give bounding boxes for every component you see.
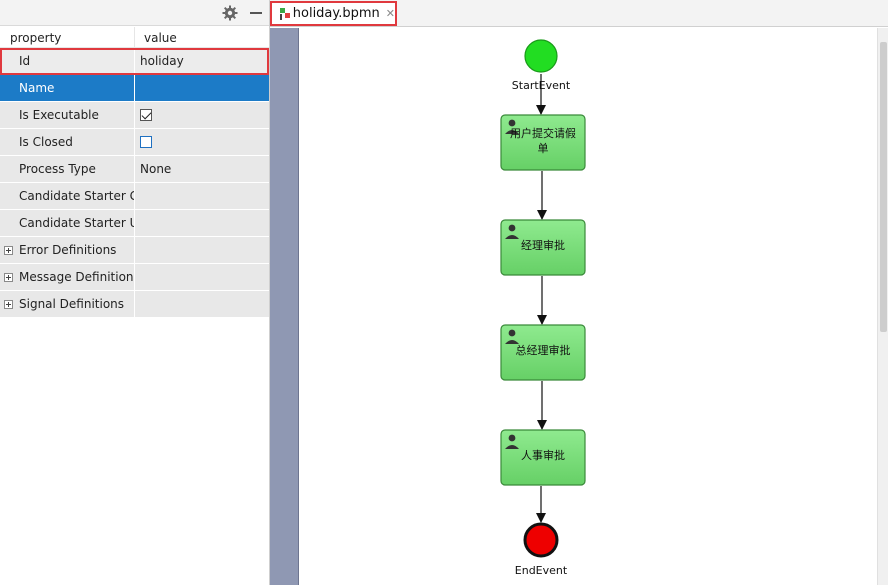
error-definitions-value	[135, 237, 269, 263]
expand-icon[interactable]	[4, 273, 13, 282]
close-icon[interactable]: ✕	[386, 7, 395, 20]
scrollbar-thumb[interactable]	[880, 42, 887, 332]
property-name: Name	[0, 75, 135, 101]
value-column-header: value	[144, 31, 177, 45]
user-task-hr-approval[interactable]: 人事审批	[500, 429, 586, 486]
bpmn-file-icon	[280, 7, 290, 20]
property-name: Signal Definitions	[0, 291, 135, 317]
is-executable-checkbox[interactable]	[140, 109, 152, 121]
end-event[interactable]	[523, 522, 559, 558]
property-name: Is Executable	[0, 102, 135, 128]
task-label: 用户提交请假	[510, 126, 576, 140]
property-name: Id	[0, 48, 135, 74]
property-row-candidate-starter-users[interactable]: Candidate Starter U	[0, 210, 269, 237]
candidate-starter-users-value[interactable]	[135, 210, 269, 236]
property-name: Candidate Starter U	[0, 210, 135, 236]
editor-tab-bar: holiday.bpmn ✕	[270, 0, 888, 27]
canvas-ruler	[270, 28, 299, 585]
bpmn-diagram: StartEvent 用户提交请假 单 经理审批 总经理审批 人事审批 EndE…	[500, 39, 586, 577]
candidate-starter-groups-value[interactable]	[135, 183, 269, 209]
expand-icon[interactable]	[4, 246, 13, 255]
property-name: Process Type	[0, 156, 135, 182]
bpmn-canvas[interactable]: StartEvent 用户提交请假 单 经理审批 总经理审批 人事审批 EndE…	[299, 28, 877, 585]
user-task-submit-leave[interactable]: 用户提交请假 单	[500, 114, 586, 171]
process-type-value[interactable]: None	[135, 156, 269, 182]
vertical-scrollbar[interactable]	[877, 28, 888, 585]
task-label: 经理审批	[521, 238, 565, 252]
is-closed-checkbox[interactable]	[140, 136, 152, 148]
minimize-icon[interactable]	[250, 12, 262, 14]
property-row-is-executable[interactable]: Is Executable	[0, 102, 269, 129]
task-label: 总经理审批	[516, 343, 571, 357]
tab-holiday-bpmn[interactable]: holiday.bpmn ✕	[270, 1, 397, 26]
user-task-manager-approval[interactable]: 经理审批	[500, 219, 586, 276]
property-row-id[interactable]: Id holiday	[0, 48, 269, 75]
message-definitions-value	[135, 264, 269, 290]
property-name: Candidate Starter G	[0, 183, 135, 209]
start-event-label: StartEvent	[512, 79, 571, 92]
property-table-header: property value	[0, 27, 269, 48]
property-name: Message Definitions	[0, 264, 135, 290]
property-row-candidate-starter-groups[interactable]: Candidate Starter G	[0, 183, 269, 210]
property-row-error-definitions[interactable]: Error Definitions	[0, 237, 269, 264]
property-table: property value Id holiday Name Is Execut…	[0, 27, 269, 318]
property-column-header: property	[0, 27, 135, 47]
user-task-gm-approval[interactable]: 总经理审批	[500, 324, 586, 381]
tab-label: holiday.bpmn	[292, 6, 380, 21]
name-value-field[interactable]	[135, 75, 269, 101]
start-event[interactable]	[524, 39, 558, 73]
gear-icon[interactable]	[222, 5, 238, 21]
expand-icon[interactable]	[4, 300, 13, 309]
properties-toolbar	[0, 0, 269, 26]
properties-panel: property value Id holiday Name Is Execut…	[0, 0, 270, 585]
property-row-signal-definitions[interactable]: Signal Definitions	[0, 291, 269, 318]
property-row-message-definitions[interactable]: Message Definitions	[0, 264, 269, 291]
property-name: Error Definitions	[0, 237, 135, 263]
end-event-label: EndEvent	[515, 564, 568, 577]
task-label: 人事审批	[521, 448, 565, 462]
id-value-field[interactable]: holiday	[135, 48, 269, 74]
signal-definitions-value	[135, 291, 269, 317]
property-name: Is Closed	[0, 129, 135, 155]
property-row-name[interactable]: Name	[0, 75, 269, 102]
task-label-line2: 单	[538, 142, 549, 155]
property-row-is-closed[interactable]: Is Closed	[0, 129, 269, 156]
property-row-process-type[interactable]: Process Type None	[0, 156, 269, 183]
